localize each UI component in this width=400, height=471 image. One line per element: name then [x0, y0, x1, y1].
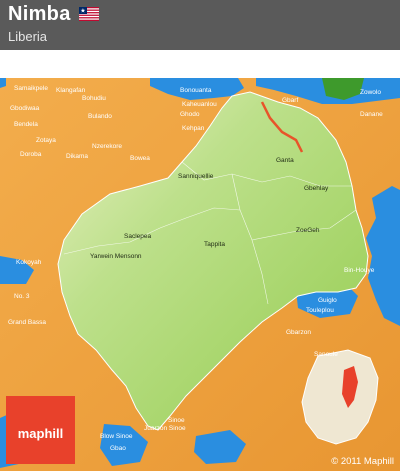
header-bar: Nimba ★ Liberia: [0, 0, 400, 50]
page-title: Nimba: [8, 3, 71, 25]
map-frame: Nimba ★ Liberia Samaikpele Gbodiwaa Bend…: [0, 0, 400, 471]
label-zotaya: Zotaya: [36, 137, 56, 144]
label-bowea: Bowea: [130, 155, 150, 162]
label-zowolo: Zowolo: [360, 89, 381, 96]
label-dikama: Dikama: [66, 153, 88, 160]
svg-text:★: ★: [80, 8, 85, 15]
label-kokoyah: Kokoyah: [16, 259, 42, 266]
label-gbarzon: Gbarzon: [286, 329, 311, 336]
label-district3: No. 3: [14, 293, 30, 300]
label-gbao: Gbao: [110, 445, 126, 452]
label-klangafan: Klangafan: [56, 87, 86, 94]
label-kehpan: Kehpan: [182, 125, 205, 132]
label-gbarf: Gbarf: [282, 97, 298, 104]
label-sanniquellie: Sanniquellie: [178, 173, 214, 180]
label-guiglo: Guiglo: [318, 297, 337, 304]
label-sanoule: Sanoule: [314, 351, 338, 358]
label-bulando: Bulando: [88, 113, 112, 120]
label-bonouanta: Bonouanta: [180, 87, 212, 94]
label-juarzon: Juarzon Sinoe: [144, 425, 186, 432]
label-bin-houye: Bin-Houye: [344, 267, 375, 274]
label-zoegeh: ZoeGeh: [296, 227, 320, 234]
label-grand-bassa: Grand Bassa: [8, 319, 46, 326]
label-blow-sinoe: Blow Sinoe: [100, 433, 133, 440]
label-gbehlay: Gbehlay: [304, 185, 329, 192]
page-subtitle: Liberia: [8, 29, 48, 44]
label-doroba: Doroba: [20, 151, 42, 158]
label-saclepea: Saclepea: [124, 233, 151, 240]
label-yarwein-mensonn: Yarwein Mensonn: [90, 253, 142, 260]
label-bendela: Bendela: [14, 121, 38, 128]
label-nzerekore: Nzerekore: [92, 143, 122, 150]
label-samaikpele: Samaikpele: [14, 85, 48, 92]
label-bohudiu: Bohudiu: [82, 95, 106, 102]
label-touleplou: Touleplou: [306, 307, 334, 314]
liberia-flag-icon: ★: [79, 7, 99, 21]
label-ghodo: Ghodo: [180, 111, 200, 118]
label-tappita: Tappita: [204, 241, 225, 248]
maphill-logo-text: maphill: [17, 426, 64, 441]
label-sinoe: Sinoe: [168, 417, 185, 424]
label-danane: Danane: [360, 111, 383, 118]
copyright-text: © 2011 Maphill: [331, 456, 394, 467]
label-gbodiwaa: Gbodiwaa: [10, 105, 40, 112]
label-ganta: Ganta: [276, 157, 294, 164]
label-kaheuanlou: Kaheuanlou: [182, 101, 217, 108]
